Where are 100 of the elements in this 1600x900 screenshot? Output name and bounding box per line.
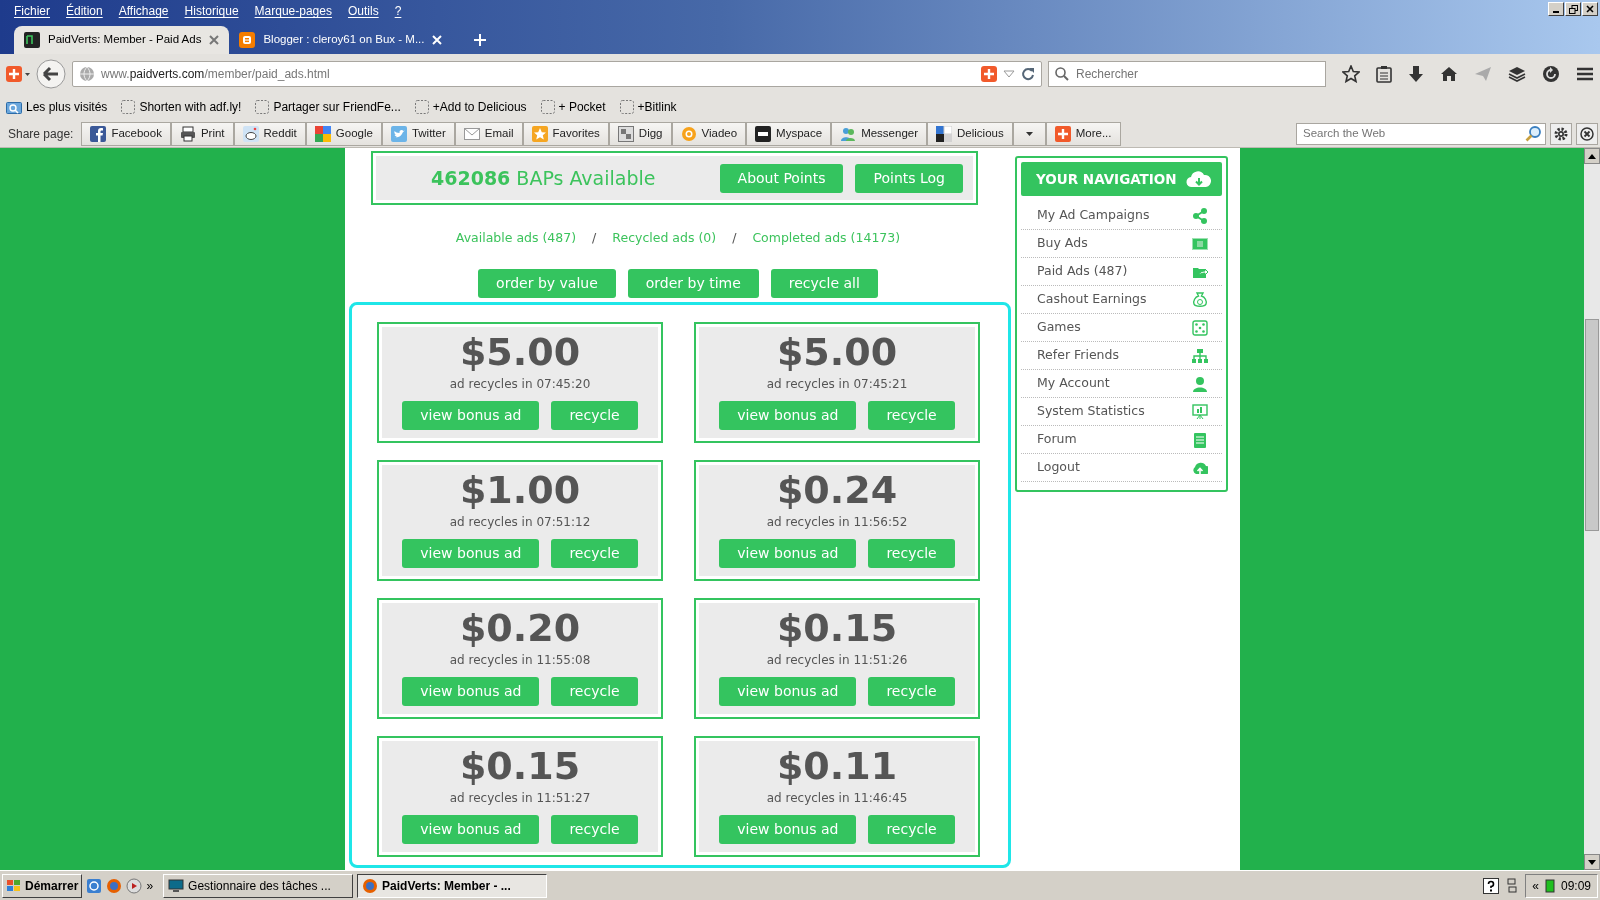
share-button[interactable]: Email — [454, 121, 523, 146]
close-button[interactable] — [1576, 122, 1598, 145]
nav-link[interactable]: Paid Ads (487) — [1021, 258, 1222, 286]
menu-item[interactable]: Historique — [176, 2, 247, 20]
separator: / — [732, 229, 737, 247]
service-icon — [390, 125, 407, 142]
share-button[interactable]: Myspace — [746, 121, 832, 146]
back-icon[interactable] — [36, 59, 66, 89]
service-icon — [242, 125, 259, 142]
download-icon[interactable] — [1408, 65, 1424, 83]
share-button[interactable]: Favorites — [522, 121, 609, 146]
share-button[interactable]: Viadeo — [671, 121, 747, 146]
browser-icon[interactable] — [86, 877, 103, 894]
ad-value: $0.15 — [459, 746, 581, 785]
menu-item[interactable]: Outils — [339, 2, 387, 20]
share-button[interactable]: Delicious — [927, 121, 1013, 146]
ad-value: $0.11 — [776, 746, 898, 785]
ad-value: $0.24 — [776, 470, 898, 509]
share-button[interactable]: More... — [1045, 121, 1121, 146]
share-button[interactable]: Twitter — [381, 121, 455, 146]
home-icon[interactable] — [1440, 66, 1458, 82]
bookmark-item[interactable]: +Add to Delicious — [412, 97, 529, 117]
bookmark-item[interactable]: Partager sur FriendFe... — [253, 97, 403, 117]
bookmark-item[interactable]: Les plus visités — [4, 97, 110, 117]
network-icon[interactable] — [1507, 877, 1518, 894]
settings-icon — [1554, 126, 1568, 141]
menu-item[interactable]: Affichage — [110, 2, 177, 20]
help-icon[interactable] — [1483, 877, 1500, 894]
address-bar[interactable]: www.paidverts.com/member/paid_ads.html — [72, 61, 1042, 87]
media-icon[interactable] — [126, 877, 143, 894]
menu-icon[interactable] — [1576, 66, 1594, 82]
page-icon — [619, 100, 634, 114]
browser-icon[interactable] — [106, 877, 123, 894]
taskbar-button[interactable]: Gestionnaire des tâches ... — [163, 873, 354, 898]
service-icon — [531, 125, 548, 142]
restore-button[interactable] — [1565, 2, 1581, 16]
points-balance: 462086 BAPs Available — [431, 165, 657, 191]
browser-icon — [362, 877, 379, 894]
share-button[interactable]: Digg — [608, 121, 672, 146]
layers-icon[interactable] — [1508, 66, 1526, 82]
share-button[interactable]: Facebook — [81, 121, 171, 146]
taskbar-button[interactable]: PaidVerts: Member - ... — [357, 873, 548, 898]
service-icon — [617, 125, 634, 142]
bookmark-item[interactable]: + Pocket — [538, 97, 608, 117]
ad-value: $1.00 — [459, 470, 581, 509]
menu-item[interactable]: Marque-pages — [246, 2, 340, 20]
nav-link[interactable]: Refer Friends — [1021, 342, 1222, 370]
close-icon — [1586, 5, 1594, 13]
nav-link[interactable]: Cashout Earnings — [1021, 286, 1222, 314]
folder-icon — [6, 100, 22, 114]
nav-link[interactable]: System Statistics — [1021, 398, 1222, 426]
ad-value: $5.00 — [776, 332, 898, 371]
service-icon — [936, 125, 953, 142]
menu-item[interactable]: ? — [386, 2, 410, 20]
menu-item[interactable]: Édition — [58, 2, 111, 20]
page-icon — [414, 100, 429, 114]
share-button[interactable]: Print — [170, 121, 234, 146]
share-icon — [1192, 207, 1208, 224]
nav-link[interactable]: Games — [1021, 314, 1222, 342]
browser-tab[interactable]: PaidVerts: Member - Paid Ads — [14, 26, 230, 54]
settings-button[interactable] — [1550, 122, 1572, 145]
share-button[interactable]: Google — [305, 121, 382, 146]
share-button[interactable]: Messenger — [831, 121, 928, 146]
document-icon — [1192, 431, 1208, 448]
money-bag-icon — [1192, 291, 1208, 308]
nav-link[interactable]: Forum — [1021, 426, 1222, 454]
share-button[interactable]: Reddit — [233, 121, 306, 146]
service-icon — [1054, 125, 1071, 142]
add-icon[interactable] — [6, 66, 30, 82]
search-box[interactable]: Rechercher — [1048, 61, 1326, 87]
ad-value: $5.00 — [459, 332, 581, 371]
service-icon — [840, 125, 857, 142]
star-icon[interactable] — [1342, 65, 1360, 83]
dropdown-icon[interactable] — [1003, 70, 1015, 78]
nav-link[interactable]: Buy Ads — [1021, 230, 1222, 258]
search-icon — [1055, 67, 1069, 81]
browser-tab[interactable]: Blogger : cleroy61 on Bux - M... — [229, 26, 453, 54]
new-tab-icon[interactable] — [474, 34, 487, 46]
blog-logo-icon — [239, 32, 256, 48]
bookmark-item[interactable]: +Bitlink — [617, 97, 679, 117]
history-icon[interactable] — [1542, 65, 1560, 83]
add-icon[interactable] — [981, 66, 997, 82]
share-label: Share page: — [8, 125, 74, 143]
nav-link[interactable]: My Account — [1021, 370, 1222, 398]
recycle-timer: ad recycles in 11:56:52 — [766, 513, 908, 531]
close-icon[interactable] — [209, 35, 220, 45]
nav-link[interactable]: Logout — [1021, 454, 1222, 482]
web-search-box[interactable]: Search the Web — [1296, 122, 1546, 145]
clipboard-icon[interactable] — [1376, 65, 1392, 83]
nav-link[interactable]: My Ad Campaigns — [1021, 202, 1222, 230]
reload-icon[interactable] — [1021, 67, 1035, 81]
menu-item[interactable]: Fichier — [6, 2, 58, 20]
tray-toggle-button[interactable]: « — [1532, 876, 1539, 895]
dice-icon — [1192, 319, 1208, 336]
more-button[interactable]: » — [146, 876, 154, 895]
start-button[interactable]: Démarrer — [2, 873, 83, 898]
scrollbar-thumb[interactable] — [1585, 319, 1599, 531]
minimize-button[interactable] — [1548, 2, 1564, 16]
bookmark-item[interactable]: Shorten with adf.ly! — [119, 97, 244, 117]
recycle-timer: ad recycles in 11:46:45 — [766, 789, 908, 807]
